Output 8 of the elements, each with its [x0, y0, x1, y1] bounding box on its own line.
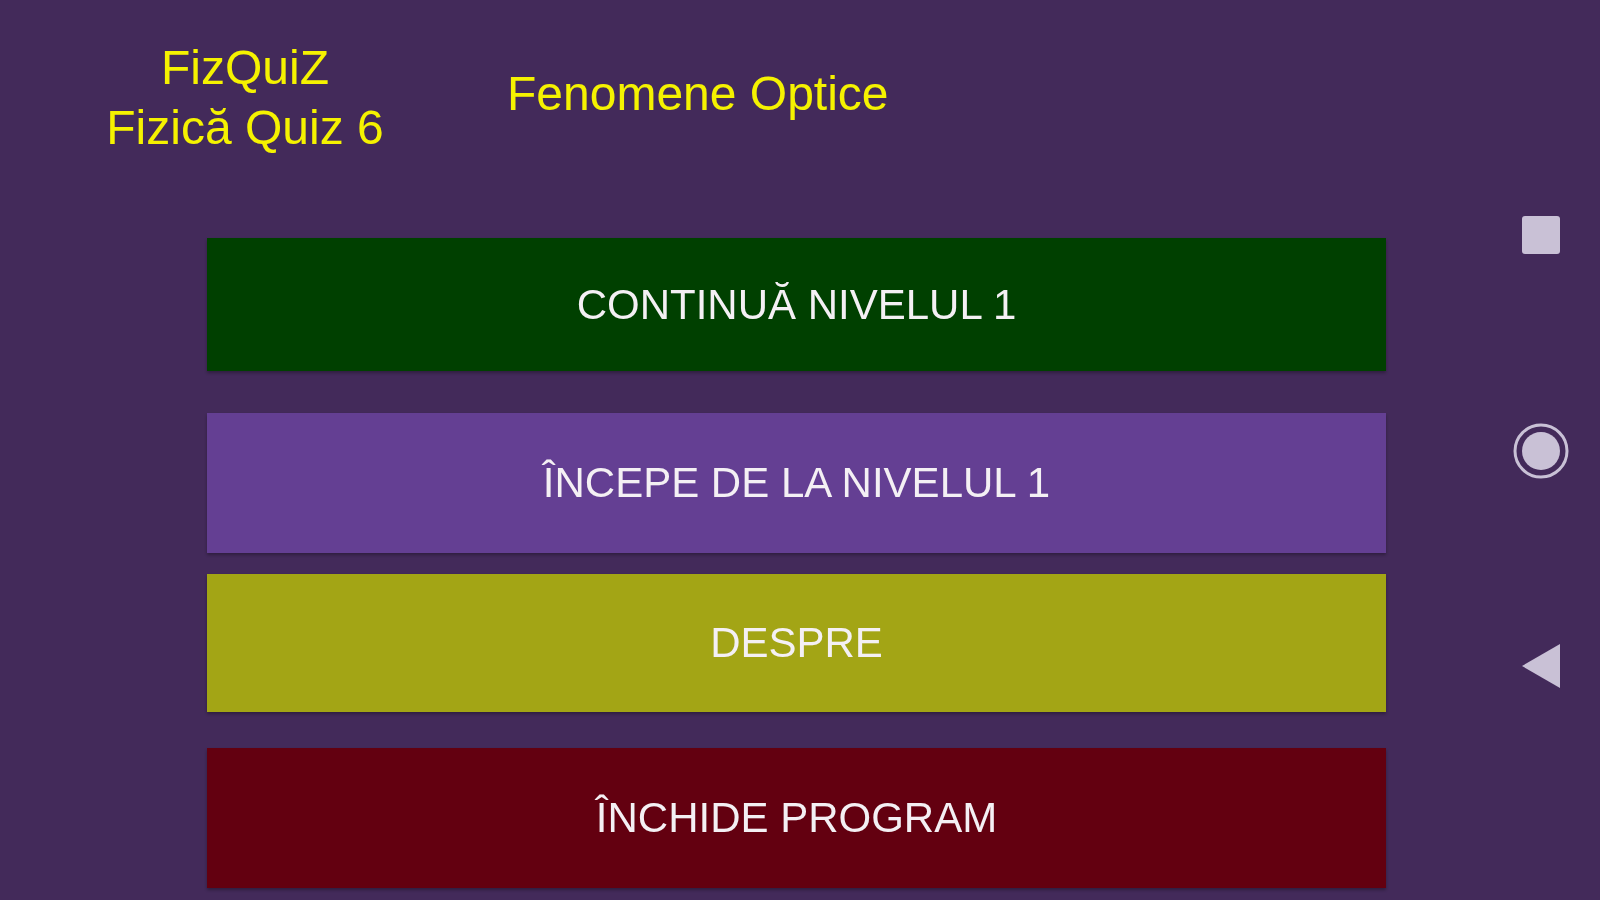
menu-button[interactable]: ÎNCEPE DE LA NIVELUL 1 — [207, 413, 1386, 553]
home-icon[interactable] — [1512, 422, 1570, 480]
app-title: FizQuiZ — [161, 40, 329, 96]
topic-title: Fenomene Optice — [507, 66, 889, 122]
menu-button[interactable]: ÎNCHIDE PROGRAM — [207, 748, 1386, 888]
back-icon[interactable] — [1522, 644, 1560, 688]
menu-button[interactable]: CONTINUĂ NIVELUL 1 — [207, 238, 1386, 371]
app-subtitle: Fizică Quiz 6 — [106, 100, 384, 156]
